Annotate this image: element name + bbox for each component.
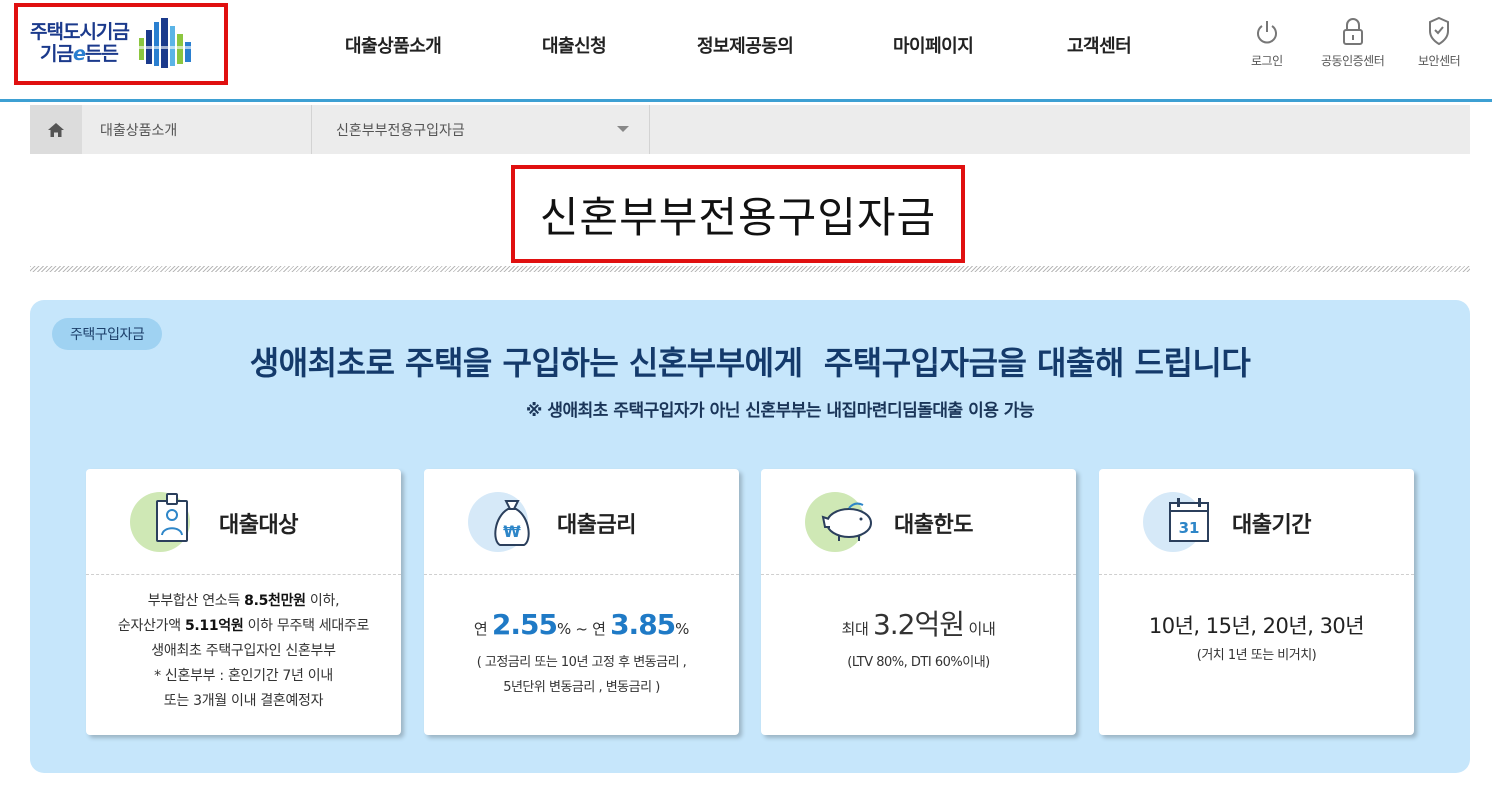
rate-unit-max: % (675, 620, 690, 638)
rate-separator: ~ 연 (570, 620, 611, 638)
card-title: 대출대상 (219, 513, 298, 538)
rate-min: 2.55 (491, 608, 558, 641)
panel-headline: 생애최초로 주택을 구입하는 신혼부부에게 주택구입자금을 대출해 드립니다 (249, 344, 1251, 382)
card-body: 10년, 15년, 20년, 30년 (거치 1년 또는 비거치) (1099, 575, 1414, 735)
limit-amount-line: 최대 3.2억원 이내 (761, 605, 1076, 650)
id-badge-icon (130, 492, 190, 552)
limit-prefix: 최대 (841, 620, 873, 638)
target-line5: 또는 3개월 이내 결혼예정자 (163, 693, 324, 709)
breadcrumb-level2-select[interactable]: 신혼부부전용구입자금 (312, 105, 650, 154)
rate-prefix: 연 (473, 620, 492, 638)
breadcrumb-level1-label: 대출상품소개 (100, 122, 178, 139)
card-head: 31 대출기간 (1099, 469, 1414, 575)
logo-line2: 기금e든든 (30, 43, 129, 66)
period-note: (거치 1년 또는 비거치) (1196, 648, 1317, 663)
card-loan-period: 31 대출기간 10년, 15년, 20년, 30년 (거치 1년 또는 비거치… (1099, 469, 1414, 735)
product-summary-panel: 주택구입자금 생애최초로 주택을 구입하는 신혼부부에게 주택구입자금을 대출해… (30, 300, 1470, 773)
target-line2-prefix: 순자산가액 (117, 618, 185, 634)
calendar-icon: 31 (1143, 492, 1209, 552)
logo-text: 주택도시기금 기금e든든 (30, 21, 130, 66)
card-body: 연 2.55% ~ 연 3.85% ( 고정금리 또는 10년 고정 후 변동금… (424, 575, 739, 735)
card-body: 최대 3.2억원 이내 (LTV 80%, DTI 60%이내) (761, 575, 1076, 735)
card-title: 대출한도 (894, 513, 973, 538)
title-divider (30, 266, 1470, 272)
card-title: 대출기간 (1232, 513, 1311, 538)
rate-note2: 5년단위 변동금리 , 변동금리 ) (503, 680, 660, 695)
lock-icon (1342, 18, 1363, 45)
rate-range: 연 2.55% ~ 연 3.85% (424, 605, 739, 650)
target-line2: 순자산가액 5.11억원 이하 무주택 세대주로 (86, 614, 401, 639)
site-header: 주택도시기금 기금e든든 대출상품소개 대출신청 정보제공동의 마이페이지 고객… (0, 0, 1492, 102)
rate-note1: ( 고정금리 또는 10년 고정 후 변동금리 , (476, 655, 687, 670)
target-line2-suffix: 이하 무주택 세대주로 (243, 618, 370, 634)
target-line1-suffix: 이하, (305, 593, 340, 609)
card-title: 대출금리 (557, 513, 636, 538)
page-title-box: 신혼부부전용구입자금 (511, 165, 965, 263)
cert-center-label: 공동인증센터 (1321, 54, 1385, 68)
logo-line2-prefix: 기금 (40, 43, 74, 65)
breadcrumb-level1[interactable]: 대출상품소개 (82, 105, 312, 154)
rate-max: 3.85 (610, 608, 676, 641)
piggy-bank-icon (805, 492, 872, 552)
security-center-label: 보안센터 (1418, 54, 1461, 68)
target-line3: 생애최초 주택구입자인 신혼부부 (151, 643, 336, 659)
money-bag-icon: ₩ (468, 492, 530, 552)
card-head: ₩ 대출금리 (424, 469, 739, 575)
logo-line2-e: e (72, 43, 86, 65)
cert-center-button[interactable]: 공동인증센터 (1321, 14, 1385, 69)
income-limit: 8.5천만원 (244, 593, 306, 609)
home-button[interactable] (30, 105, 82, 154)
rate-unit-min: % (556, 620, 571, 638)
logo-line2-suffix: 든든 (84, 43, 119, 65)
card-loan-target: 대출대상 부부합산 연소득 8.5천만원 이하, 순자산가액 5.11억원 이하… (86, 469, 401, 735)
limit-suffix: 이내 (964, 620, 996, 638)
target-line4: * 신혼부부 : 혼인기간 7년 이내 (154, 668, 333, 684)
card-body: 부부합산 연소득 8.5천만원 이하, 순자산가액 5.11억원 이하 무주택 … (86, 575, 401, 735)
panel-subline: ※ 생애최초 주택구입자가 아닌 신혼부부는 내집마련디딤돌대출 이용 가능 (525, 401, 1035, 421)
site-logo[interactable]: 주택도시기금 기금e든든 (14, 3, 228, 85)
nav-mypage[interactable]: 마이페이지 (893, 32, 974, 58)
shield-icon (1429, 16, 1450, 46)
calendar-day: 31 (1179, 519, 1200, 537)
card-head: 대출대상 (86, 469, 401, 575)
target-line1: 부부합산 연소득 8.5천만원 이하, (86, 589, 401, 614)
breadcrumb: 대출상품소개 신혼부부전용구입자금 (30, 105, 1470, 154)
nav-customer-center[interactable]: 고객센터 (1067, 32, 1132, 58)
logo-line1: 주택도시기금 (30, 21, 130, 44)
page-title: 신혼부부전용구입자금 (539, 192, 937, 242)
chevron-down-icon (617, 126, 629, 132)
svg-text:₩: ₩ (503, 522, 521, 541)
nav-loan-apply[interactable]: 대출신청 (542, 32, 607, 58)
card-loan-rate: ₩ 대출금리 연 2.55% ~ 연 3.85% ( 고정금리 또는 10년 고… (424, 469, 739, 735)
card-loan-limit: 대출한도 최대 3.2억원 이내 (LTV 80%, DTI 60%이내) (761, 469, 1076, 735)
security-center-button[interactable]: 보안센터 (1418, 14, 1461, 69)
asset-limit: 5.11억원 (184, 618, 244, 634)
limit-note: (LTV 80%, DTI 60%이내) (847, 655, 990, 670)
period-terms: 10년, 15년, 20년, 30년 (1148, 614, 1365, 638)
nav-info-consent[interactable]: 정보제공동의 (697, 32, 794, 58)
login-label: 로그인 (1251, 54, 1283, 68)
limit-amount: 3.2억원 (872, 608, 965, 641)
login-button[interactable]: 로그인 (1251, 14, 1283, 69)
nav-loan-products[interactable]: 대출상품소개 (345, 32, 442, 58)
target-line1-prefix: 부부합산 연소득 (147, 593, 245, 609)
logo-buildings-icon (136, 18, 195, 68)
home-icon (48, 122, 64, 137)
breadcrumb-level2-label: 신혼부부전용구입자금 (336, 122, 465, 139)
power-icon (1256, 21, 1277, 44)
card-head: 대출한도 (761, 469, 1076, 575)
